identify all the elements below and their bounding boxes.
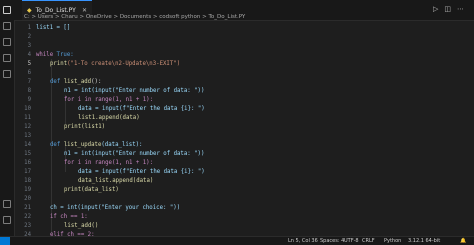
code-line: 14 def list_update(data_list): [24, 142, 143, 148]
code-line: 1 list1 = [] [27, 25, 71, 31]
code-line: 12 print(list1) [24, 124, 106, 130]
code-text: data_list.append(data) [78, 178, 154, 184]
code-line: 22 if ch == 1: [24, 214, 88, 220]
code-line: 18 data_list.append(data) [24, 178, 154, 184]
code-line: 16 for i in range(1, n1 + 1): [24, 160, 154, 166]
code-line: 21 ch = int(input("Enter your choice: ")) [24, 205, 181, 211]
code-text: n1 = int(input("Enter number of data: ")… [64, 88, 205, 94]
code-text: data = input(f"Enter the data {i}: ") [78, 169, 205, 175]
code-line: 19 print(data_list) [24, 187, 119, 193]
code-text: list_update [60, 142, 102, 148]
code-line: 8 n1 = int(input("Enter number of data: "… [27, 88, 205, 94]
code-text: list1.append(data) [78, 115, 140, 121]
more-actions-icon[interactable]: ⋯ [457, 5, 464, 13]
breadcrumb[interactable]: C: > Users > Charu > OneDrive > Document… [14, 13, 474, 22]
split-editor-icon[interactable]: ◫ [444, 5, 451, 13]
run-icon[interactable]: ▷ [433, 5, 438, 13]
editor-actions: ▷ ◫ ⋯ [433, 5, 464, 13]
code-line: 4 while True: [27, 52, 74, 58]
code-line: 15 n1 = int(input("Enter number of data: … [24, 151, 205, 157]
search-icon[interactable] [3, 22, 11, 30]
code-line: 9 for i in range(1, n1 + 1): [27, 97, 154, 103]
code-line: 20 [24, 196, 31, 202]
indentation[interactable]: Spaces: 4 [320, 238, 344, 244]
remote-indicator-icon[interactable] [0, 237, 10, 245]
code-text: list_add() [64, 223, 99, 229]
code-text: print(list1) [64, 124, 106, 130]
code-text: ("1-To create\n2-Update\n3-EXIT") [67, 61, 181, 67]
code-text: for i in range(1, n1 + 1): [64, 97, 154, 103]
code-line: 10 data = input(f"Enter the data {i}: ") [24, 106, 205, 112]
code-line: 5 print("1-To create\n2-Update\n3-EXIT") [27, 61, 181, 67]
code-line: 3 [27, 43, 31, 49]
code-text: (data_list): [101, 142, 143, 148]
explorer-icon[interactable] [3, 6, 11, 14]
python-interpreter[interactable]: 3.12.1 64-bit [408, 238, 440, 244]
code-text: list_add [60, 79, 92, 85]
code-text: data = input(f"Enter the data {i}: ") [78, 106, 205, 112]
code-text: True: [53, 52, 74, 58]
code-line: 6 [27, 70, 31, 76]
code-line: 23 list_add() [24, 223, 99, 229]
code-line: 17 data = input(f"Enter the data {i}: ") [24, 169, 205, 175]
account-icon[interactable] [3, 200, 11, 208]
encoding[interactable]: UTF-8 [344, 238, 359, 244]
code-text: def [50, 142, 61, 148]
code-text: while [36, 52, 54, 58]
source-control-icon[interactable] [3, 38, 11, 46]
activity-bar [0, 0, 15, 237]
code-text: if ch == 1: [50, 214, 88, 220]
line-ending[interactable]: CRLF [362, 238, 375, 244]
code-text: def [50, 79, 61, 85]
code-editor[interactable]: 1 list1 = [] 2 3 4 while True: 5 print("1-T… [14, 22, 474, 238]
code-text: print(data_list) [64, 187, 119, 193]
code-text: n1 = int(input("Enter number of data: ")… [64, 151, 205, 157]
code-line: 13 [24, 133, 31, 139]
code-text: print [50, 61, 68, 67]
code-text: ch = int(input("Enter your choice: ")) [50, 205, 181, 211]
code-text: for i in range(1, n1 + 1): [64, 160, 154, 166]
notifications-icon[interactable]: 🔔 [460, 238, 466, 244]
status-bar: Ln 5, Col 36 Spaces: 4 UTF-8 CRLF Python… [0, 236, 474, 245]
run-debug-icon[interactable] [3, 54, 11, 62]
extensions-icon[interactable] [3, 70, 11, 78]
code-line: 2 [27, 34, 31, 40]
language-mode[interactable]: Python [384, 238, 401, 244]
code-line: 7 def list_add(): [27, 79, 102, 85]
code-text: (): [91, 79, 102, 85]
code-text: list1 = [] [36, 25, 71, 31]
cursor-position[interactable]: Ln 5, Col 36 [288, 238, 318, 244]
code-line: 11 list1.append(data) [24, 115, 140, 121]
settings-gear-icon[interactable] [3, 216, 11, 224]
